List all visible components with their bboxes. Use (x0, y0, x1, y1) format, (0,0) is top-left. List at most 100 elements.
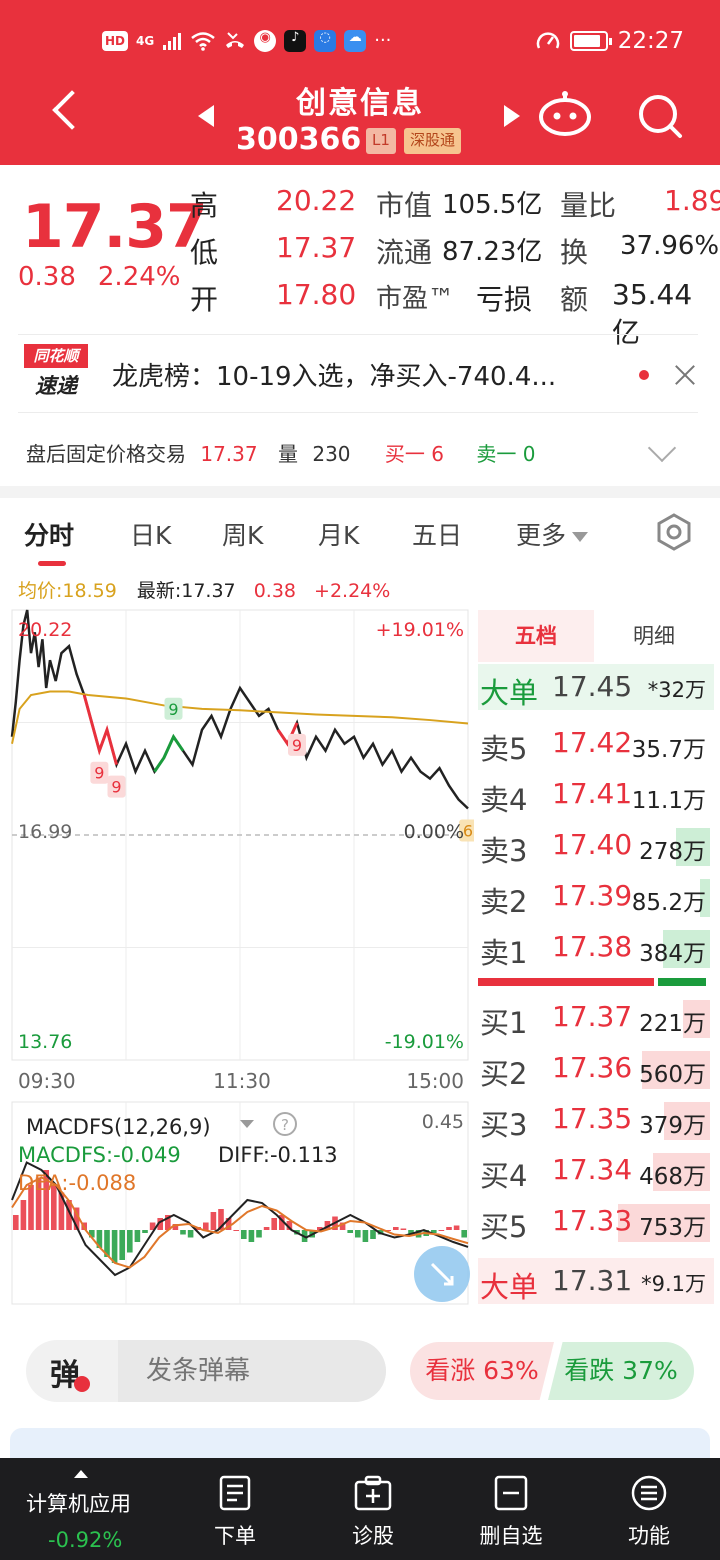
x-tick-1130: 11:30 (213, 1069, 271, 1093)
collapse-chart-button[interactable] (414, 1246, 470, 1302)
order-icon (219, 1475, 251, 1511)
stock-name: 创意信息 (296, 86, 424, 121)
bid-row-5: 买5 17.33 753万 (478, 1198, 714, 1244)
bulb-icon: ◌ (314, 30, 337, 52)
bid-vol-2: 560万 (639, 1062, 706, 1088)
tab-monthly-k[interactable]: 月K (318, 516, 359, 552)
bid-label-1: 买1 (480, 1006, 528, 1040)
tab-details[interactable]: 明细 (594, 610, 714, 662)
macd-bar-45 (355, 1230, 361, 1238)
ask-row-3: 卖3 17.40 278万 (478, 822, 714, 868)
macd-chart[interactable]: MACDFS(12,26,9) ? 0.45 MACDFS:-0.049 DIF… (0, 1098, 474, 1308)
macd-bar-17 (142, 1230, 148, 1233)
sector-change: -0.92% (48, 1528, 123, 1552)
ask-label-5: 卖5 (480, 732, 528, 766)
ask-price-2: 17.39 (552, 879, 633, 912)
nav-order[interactable]: 下单 (190, 1474, 280, 1550)
marker-label-3: 9 (292, 736, 302, 755)
menu-icon (631, 1475, 667, 1511)
danmu-on-badge (74, 1376, 90, 1392)
intraday-chart[interactable]: 99996 20.22 +19.01% 16.99 0.00% 13.76 -1… (0, 604, 474, 1096)
clock: 22:27 (617, 28, 684, 54)
tab-intraday[interactable]: 分时 (24, 516, 74, 552)
avg-price-row: 均价:18.59 最新:17.37 0.38 +2.24% (18, 576, 390, 603)
ask-vol-2: 85.2万 (631, 890, 706, 916)
tab-five-day[interactable]: 五日 (412, 516, 462, 552)
divider (18, 412, 698, 413)
chevron-up-icon[interactable] (74, 1470, 88, 1478)
after-hours-row[interactable]: 盘后固定价格交易 17.37 量 230 买一 6 卖一 0 (26, 438, 543, 467)
status-icons: HD 4G ◉ ♪ ◌ ☁ ··· (102, 30, 391, 52)
news-logo-top: 同花顺 (24, 344, 88, 368)
x-tick-1500: 15:00 (406, 1069, 464, 1093)
chart-grid (11, 609, 469, 1061)
macd-ytop-label: 0.45 (422, 1111, 464, 1133)
marker-label-4: 6 (463, 822, 473, 841)
next-stock-button[interactable] (504, 105, 520, 127)
bid-row-3: 买3 17.35 379万 (478, 1096, 714, 1142)
big-buy-row: 大单 17.31 *9.1万 (478, 1258, 714, 1304)
vol-ratio-value: 1.89 (664, 184, 720, 217)
close-icon[interactable] (672, 362, 698, 388)
news-headline[interactable]: 龙虎榜：10-19入选，净买入-740.4... (112, 356, 622, 393)
pe-label: 市盈™ (376, 284, 455, 314)
ask-label-1: 卖1 (480, 936, 528, 970)
remove-watchlist-icon (494, 1475, 528, 1511)
big-buy-vol: *9.1万 (641, 1272, 706, 1296)
chevron-down-icon[interactable] (647, 433, 677, 463)
macd-bar-15 (127, 1230, 133, 1253)
macd-dropdown-icon[interactable] (240, 1120, 254, 1128)
mktcap-value: 105.5亿 (442, 190, 543, 220)
stock-code: 300366 (236, 122, 362, 157)
header-bar: HD 4G ◉ ♪ ◌ ☁ ··· 22:27 创意信息 300366 L1 深… (0, 0, 720, 165)
tab-more[interactable]: 更多 (516, 516, 589, 552)
latest-price: 最新:17.37 (136, 580, 236, 602)
macdfs-value: MACDFS:-0.049 (18, 1143, 181, 1167)
back-button[interactable] (46, 90, 90, 134)
y-top-label: 20.22 (18, 619, 72, 641)
nav-functions[interactable]: 功能 (604, 1474, 694, 1550)
change-percent: 2.24% (97, 262, 181, 292)
turnover-value: 37.96% (620, 231, 720, 261)
missed-call-icon (226, 32, 245, 48)
ask-vol-4: 11.1万 (631, 788, 706, 814)
tab-weekly-k[interactable]: 周K (222, 516, 263, 552)
series-price-rise-segment (153, 733, 185, 773)
bid-price-2: 17.36 (552, 1051, 633, 1084)
search-icon[interactable] (636, 92, 684, 140)
robot-icon[interactable] (538, 90, 592, 136)
macd-bar-25 (203, 1222, 209, 1230)
current-price: 17.37 (22, 192, 208, 262)
macd-bar-51 (400, 1228, 407, 1230)
tab-five-levels[interactable]: 五档 (478, 610, 594, 662)
sector-name[interactable]: 计算机应用 (26, 1488, 131, 1518)
danmu-input[interactable] (118, 1340, 386, 1402)
float-label: 流通 (376, 236, 433, 269)
big-sell-label: 大单 (480, 676, 539, 710)
news-logo: 同花顺 速递 (24, 344, 88, 402)
nav-remove-watchlist[interactable]: 删自选 (466, 1474, 556, 1550)
avg-price: 均价:18.59 (18, 580, 117, 602)
macd-bar-29 (233, 1230, 239, 1231)
signal-icon (163, 33, 182, 50)
macd-bar-13 (111, 1230, 118, 1263)
bearish-button[interactable]: 看跌 37% (548, 1342, 694, 1400)
gear-icon[interactable] (654, 512, 694, 552)
nav-diagnose[interactable]: 诊股 (328, 1474, 418, 1550)
prev-stock-button[interactable] (198, 105, 214, 127)
hd-icon: HD (102, 31, 129, 51)
tab-daily-k[interactable]: 日K (130, 516, 171, 552)
marker-label-2: 9 (168, 700, 178, 719)
y-bottom-label: 13.76 (18, 1031, 72, 1053)
nav-diagnose-label: 诊股 (352, 1524, 394, 1548)
after-hours-price: 17.37 (200, 442, 258, 466)
bid-label-2: 买2 (480, 1057, 528, 1091)
macd-bar-32 (256, 1230, 262, 1238)
macd-bar-23 (187, 1230, 194, 1238)
amount-value: 35.44亿 (612, 278, 693, 349)
bid-price-4: 17.34 (552, 1153, 633, 1186)
bullish-button[interactable]: 看涨 63% (410, 1342, 554, 1400)
help-icon-mark: ? (281, 1116, 289, 1134)
macd-bar-30 (241, 1230, 247, 1239)
network-4g-icon: 4G (136, 34, 155, 48)
